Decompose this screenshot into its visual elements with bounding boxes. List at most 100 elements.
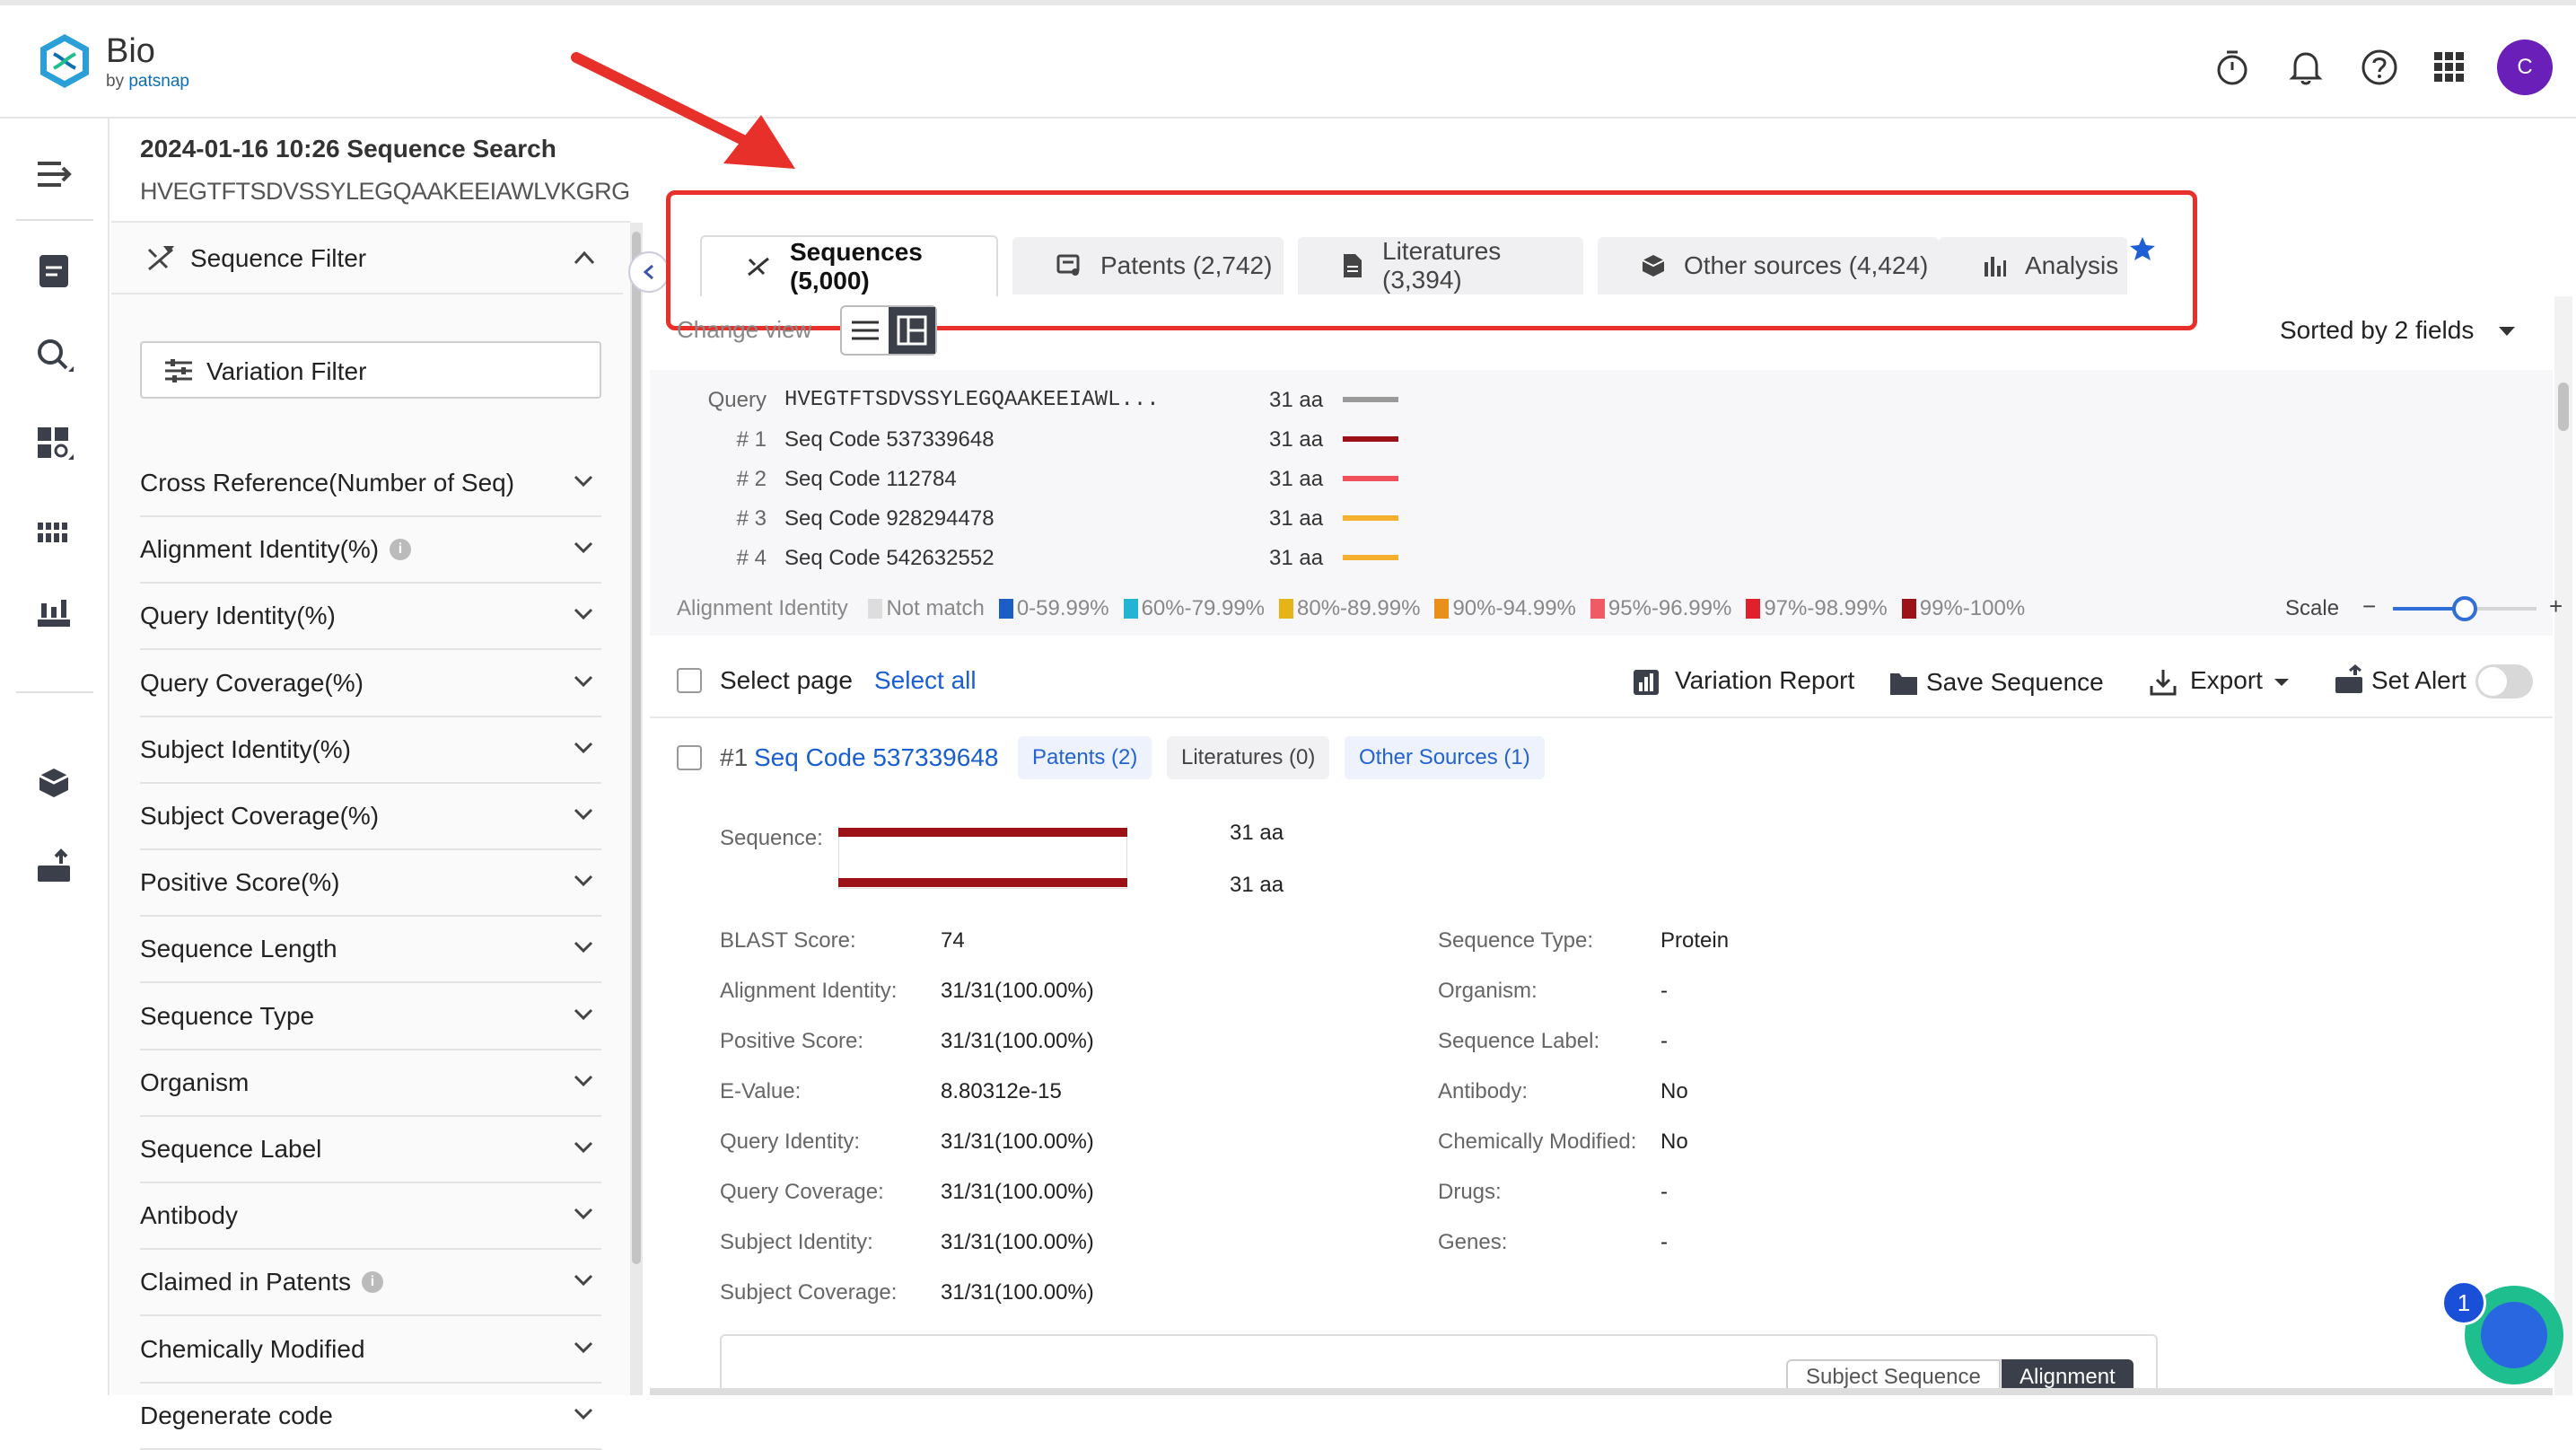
filter-row[interactable]: Sequence Type bbox=[140, 984, 601, 1050]
legend-label: Not match bbox=[886, 596, 984, 620]
main-scroll-thumb[interactable] bbox=[2558, 382, 2569, 431]
filter-row[interactable]: Alignment Identity(%)i bbox=[140, 517, 601, 584]
filter-header[interactable]: Sequence Filter bbox=[111, 223, 623, 294]
chevron-up-icon[interactable] bbox=[573, 250, 596, 266]
help-icon[interactable] bbox=[2359, 47, 2400, 88]
brand-by: by bbox=[106, 72, 128, 91]
select-all-link[interactable]: Select all bbox=[874, 666, 977, 695]
dashboard-icon[interactable] bbox=[34, 424, 74, 463]
save-sequence-button[interactable]: Save Sequence bbox=[1926, 668, 2104, 697]
select-page-checkbox[interactable] bbox=[677, 668, 702, 693]
view-toggle[interactable] bbox=[840, 305, 937, 356]
field-key: Antibody: bbox=[1438, 1079, 1528, 1104]
filter-row[interactable]: Organism bbox=[140, 1050, 601, 1117]
query-sequence: HVEGTFTSDVSSYLEGQAAKEEIAWL... bbox=[784, 388, 1160, 412]
filter-row-label: Subject Identity(%) bbox=[140, 735, 351, 764]
dna-icon bbox=[144, 242, 178, 277]
card-view-button[interactable] bbox=[889, 307, 935, 354]
literatures-pill[interactable]: Literatures (0) bbox=[1167, 736, 1329, 779]
filter-scrollbar[interactable] bbox=[630, 223, 643, 1395]
filter-row[interactable]: Degenerate code bbox=[140, 1384, 601, 1450]
filter-row-label: Antibody bbox=[140, 1201, 238, 1230]
search-icon[interactable] bbox=[34, 336, 74, 375]
filter-row[interactable]: Positive Score(%) bbox=[140, 850, 601, 917]
variation-filter-label: Variation Filter bbox=[206, 357, 366, 386]
set-alert-label: Set Alert bbox=[2371, 666, 2466, 695]
chart-icon[interactable] bbox=[34, 593, 74, 632]
rail-divider bbox=[16, 691, 93, 693]
export-button[interactable]: Export bbox=[2190, 666, 2263, 695]
legend-swatch bbox=[1434, 599, 1449, 619]
filter-row[interactable]: Cross Reference(Number of Seq) bbox=[140, 451, 601, 517]
summary-row-length: 31 aa bbox=[1269, 506, 1323, 532]
legend-label: 0-59.99% bbox=[1017, 596, 1109, 620]
filter-row-label: Chemically Modified bbox=[140, 1335, 365, 1364]
legend-label: 60%-79.99% bbox=[1142, 596, 1265, 620]
summary-row: # 2Seq Code 11278431 aa bbox=[650, 467, 1458, 503]
field-key: Drugs: bbox=[1438, 1180, 1502, 1205]
query-sequence-bar bbox=[838, 878, 1127, 887]
variation-filter-button[interactable]: Variation Filter bbox=[140, 341, 601, 399]
summary-row-length: 31 aa bbox=[1269, 427, 1323, 453]
field-value: - bbox=[1660, 979, 1668, 1004]
filter-row[interactable]: Query Coverage(%) bbox=[140, 651, 601, 717]
filter-row[interactable]: Chemically Modified bbox=[140, 1317, 601, 1384]
result-checkbox[interactable] bbox=[677, 745, 702, 770]
box-icon[interactable] bbox=[34, 763, 74, 803]
field-value: No bbox=[1660, 1129, 1688, 1155]
filter-row[interactable]: Sequence Label bbox=[140, 1117, 601, 1183]
caret-down-icon[interactable] bbox=[2273, 677, 2291, 688]
summary-row-name[interactable]: Seq Code 542632552 bbox=[784, 546, 994, 571]
filter-row[interactable]: Subject Coverage(%) bbox=[140, 784, 601, 850]
rail-divider bbox=[16, 219, 93, 221]
filter-row[interactable]: Claimed in Patentsi bbox=[140, 1250, 601, 1316]
bell-icon[interactable] bbox=[2285, 47, 2326, 88]
summary-row-length: 31 aa bbox=[1269, 546, 1323, 571]
summary-row-name[interactable]: Seq Code 928294478 bbox=[784, 506, 994, 532]
info-icon[interactable]: i bbox=[362, 1271, 383, 1293]
set-alert-toggle[interactable] bbox=[2475, 664, 2533, 699]
sequence-icon[interactable] bbox=[34, 514, 74, 553]
sequence-label: Sequence: bbox=[720, 826, 823, 851]
filter-row[interactable]: Subject Identity(%) bbox=[140, 717, 601, 784]
filter-row[interactable]: Antibody bbox=[140, 1183, 601, 1250]
export-icon bbox=[2149, 668, 2177, 697]
summary-row-number: # 4 bbox=[650, 546, 767, 571]
info-icon[interactable]: i bbox=[390, 539, 411, 560]
apps-grid-icon[interactable] bbox=[2429, 47, 2470, 88]
summary-row-name[interactable]: Seq Code 537339648 bbox=[784, 427, 994, 453]
avatar[interactable]: C bbox=[2497, 40, 2553, 95]
timer-icon[interactable] bbox=[2212, 47, 2253, 88]
sort-selector[interactable]: Sorted by 2 fields bbox=[2280, 316, 2474, 345]
summary-row-length: 31 aa bbox=[1269, 467, 1323, 492]
list-view-button[interactable] bbox=[842, 307, 889, 354]
menu-expand-icon[interactable] bbox=[34, 154, 74, 194]
filter-scroll-thumb[interactable] bbox=[632, 232, 641, 1264]
filter-row-label: Query Coverage(%) bbox=[140, 669, 364, 698]
result-title-link[interactable]: Seq Code 537339648 bbox=[754, 743, 998, 772]
field-key: Query Identity: bbox=[720, 1129, 860, 1155]
query-row: Query HVEGTFTSDVSSYLEGQAAKEEIAWL... 31 a… bbox=[650, 388, 1458, 424]
scale-plus-button[interactable]: + bbox=[2549, 593, 2563, 620]
summary-row: # 4 Seq Code 542632552 31 aa bbox=[650, 546, 1458, 582]
logo-icon[interactable] bbox=[38, 32, 92, 90]
select-page-label[interactable]: Select page bbox=[720, 666, 853, 695]
filter-row[interactable]: Query Identity(%) bbox=[140, 584, 601, 650]
field-key: Genes: bbox=[1438, 1230, 1507, 1255]
collapse-panel-button[interactable] bbox=[628, 251, 670, 293]
patents-pill[interactable]: Patents (2) bbox=[1018, 736, 1152, 779]
filter-row[interactable]: Sequence Length bbox=[140, 917, 601, 983]
document-icon[interactable] bbox=[34, 251, 74, 291]
field-value: 31/31(100.00%) bbox=[941, 979, 1094, 1004]
upload-icon[interactable] bbox=[34, 848, 74, 887]
scale-slider-handle[interactable] bbox=[2452, 596, 2477, 621]
other-sources-pill[interactable]: Other Sources (1) bbox=[1345, 736, 1545, 779]
scale-minus-button[interactable]: − bbox=[2362, 593, 2376, 620]
field-key: Organism: bbox=[1438, 979, 1538, 1004]
field-value: 31/31(100.00%) bbox=[941, 1029, 1094, 1054]
main-scrollbar[interactable] bbox=[2554, 296, 2572, 1395]
caret-down-icon[interactable] bbox=[2497, 325, 2517, 338]
variation-report-button[interactable]: Variation Report bbox=[1675, 666, 1854, 695]
horizontal-scrollbar[interactable] bbox=[650, 1388, 2553, 1395]
summary-row-name[interactable]: Seq Code 112784 bbox=[784, 467, 957, 492]
